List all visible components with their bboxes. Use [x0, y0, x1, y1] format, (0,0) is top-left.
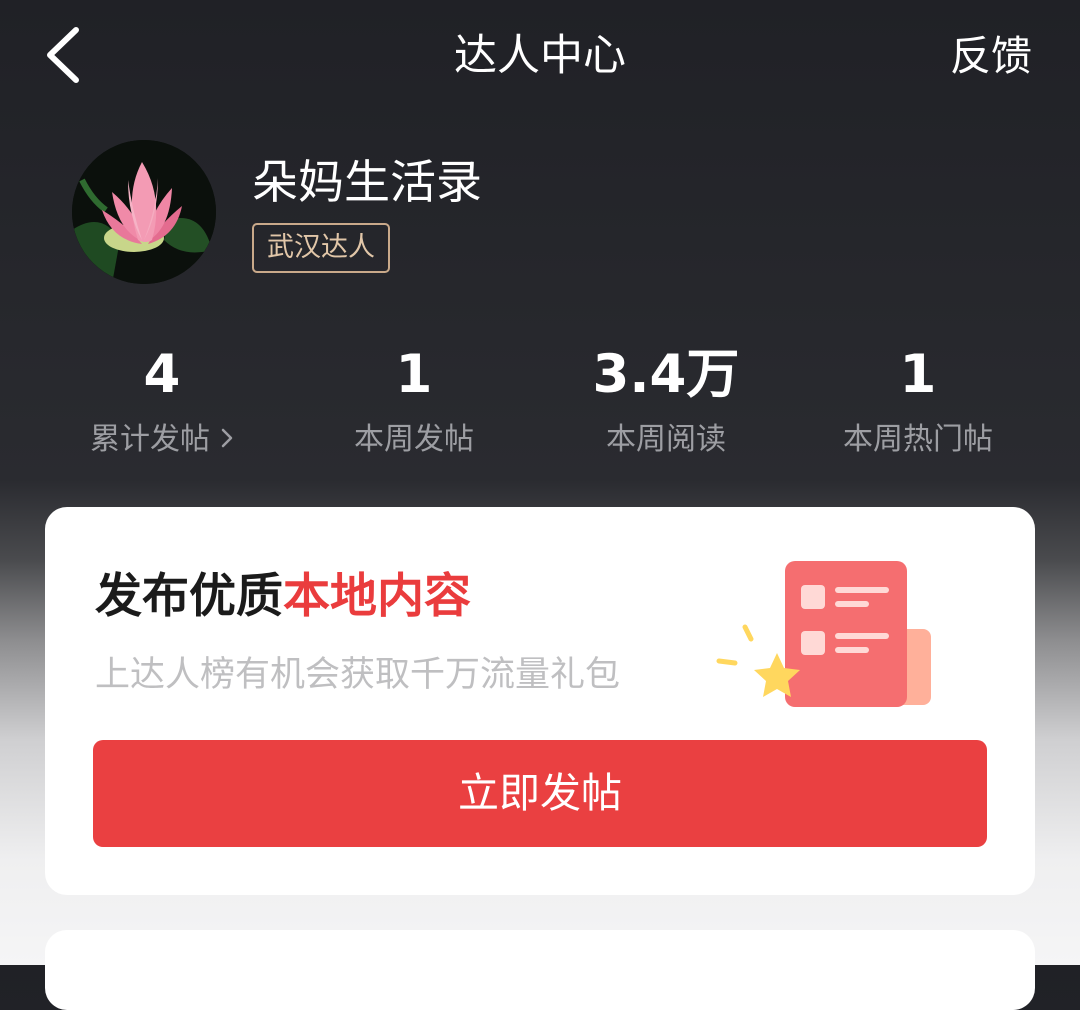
- stat-label: 累计发帖: [27, 418, 297, 462]
- publish-promo-card: 发布优质本地内容 上达人榜有机会获取千万流量礼包 立即发帖: [45, 507, 1035, 895]
- stat-value: 1: [899, 344, 937, 405]
- stat-total-posts[interactable]: 4 累计发帖: [27, 340, 297, 462]
- feedback-button[interactable]: 反馈: [950, 28, 1032, 84]
- post-now-button[interactable]: 立即发帖: [93, 740, 987, 847]
- stat-value: 4: [143, 344, 181, 405]
- page-title: 达人中心: [454, 31, 626, 81]
- city-expert-badge: 武汉达人: [252, 223, 390, 273]
- stat-weekly-hot-posts: 1 本周热门帖: [783, 340, 1053, 462]
- chevron-right-icon: [220, 418, 234, 462]
- stat-weekly-reads: 3.4万 本周阅读: [531, 340, 801, 462]
- lotus-flower-image: [72, 140, 216, 284]
- promo-subtitle: 上达人榜有机会获取千万流量礼包: [95, 655, 621, 695]
- document-star-illustration: [716, 561, 931, 707]
- stat-weekly-posts: 1 本周发帖: [279, 340, 549, 462]
- stat-label: 本周热门帖: [843, 422, 993, 457]
- promo-title: 发布优质本地内容: [95, 569, 471, 624]
- stat-label: 本周发帖: [354, 422, 474, 457]
- stat-value: 1: [395, 344, 433, 405]
- stat-label: 本周阅读: [606, 422, 726, 457]
- stat-value: 3.4万: [592, 344, 740, 405]
- profile-name: 朵妈生活录: [252, 155, 482, 209]
- top-bar: 达人中心 反馈: [0, 0, 1080, 112]
- next-card: [45, 930, 1035, 1010]
- avatar[interactable]: [72, 140, 216, 284]
